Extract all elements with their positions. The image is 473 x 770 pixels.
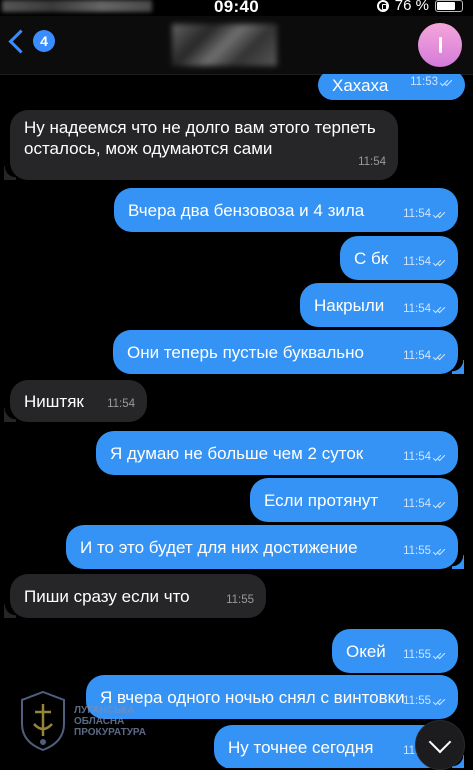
message-meta: 11:54: [107, 394, 135, 415]
outgoing-message[interactable]: С бк 11:54: [340, 236, 458, 280]
message-time: 11:54: [403, 208, 431, 220]
double-check-icon: [434, 353, 446, 361]
watermark: Луганська обласна прокуратура: [18, 690, 146, 752]
outgoing-message[interactable]: Накрыли 11:54: [300, 283, 458, 327]
double-check-icon: [441, 79, 453, 87]
double-check-icon: [434, 698, 446, 706]
avatar-initial: [438, 37, 442, 53]
message-time: 11:54: [107, 398, 135, 410]
message-time: 11:55: [403, 545, 431, 557]
message-text: Хахаха: [332, 75, 389, 95]
message-time: 11:54: [403, 498, 431, 510]
double-check-icon: [434, 652, 446, 660]
message-meta: 11:55: [403, 541, 446, 562]
chevron-left-icon: [8, 28, 33, 54]
unread-count-badge: 4: [33, 30, 55, 52]
message-text: Пиши сразу если что: [24, 586, 190, 606]
chat-header: 4: [0, 16, 473, 75]
contact-name-blurred[interactable]: [172, 24, 277, 66]
outgoing-message[interactable]: Я думаю не больше чем 2 суток 11:54: [96, 431, 458, 475]
double-check-icon: [434, 454, 446, 462]
message-time: 11:54: [403, 451, 431, 463]
rotation-lock-icon: [376, 0, 389, 12]
incoming-message[interactable]: Ну надеемся что не долго вам этого терпе…: [4, 110, 398, 180]
outgoing-message[interactable]: Окей 11:55: [332, 629, 458, 673]
message-time: 11:54: [403, 256, 431, 268]
status-bar: 09:40 76 %: [0, 0, 473, 16]
message-meta: 11:54: [403, 447, 446, 468]
message-meta: 11:54: [358, 152, 386, 173]
message-meta: 11:53: [410, 74, 453, 93]
double-check-icon: [434, 306, 446, 314]
message-time: 11:53: [410, 76, 438, 88]
message-text: Ну надеемся что не долго вам этого терпе…: [24, 118, 376, 158]
double-check-icon: [434, 501, 446, 509]
watermark-line-2: обласна: [74, 715, 125, 727]
watermark-line-3: прокуратура: [74, 726, 146, 738]
battery-percent: 76 %: [394, 0, 429, 14]
message-time: 11:54: [358, 156, 386, 168]
status-right: 76 %: [376, 0, 463, 14]
avatar[interactable]: [418, 23, 462, 67]
message-time: 11:55: [403, 649, 431, 661]
message-text: Ништяк: [24, 391, 84, 411]
double-check-icon: [434, 259, 446, 267]
incoming-message[interactable]: Пиши сразу если что 11:55: [4, 574, 266, 618]
battery-icon: [435, 0, 463, 12]
message-meta: 11:55: [403, 645, 446, 666]
scroll-down-button[interactable]: [415, 720, 465, 770]
chevron-down-icon: [428, 730, 452, 754]
message-meta: 11:55: [226, 590, 254, 611]
message-meta: 11:54: [403, 299, 446, 320]
outgoing-message[interactable]: Хахаха 11:53: [318, 74, 465, 100]
message-text: Ну точнее сегодня: [228, 737, 374, 757]
message-meta: 11:55: [403, 691, 446, 712]
message-meta: 11:54: [403, 204, 446, 225]
message-text: Если протянут: [264, 490, 379, 510]
message-meta: 11:54: [403, 494, 446, 515]
outgoing-message[interactable]: Вчера два бензовоза и 4 зила 11:54: [114, 188, 458, 232]
message-text: С бк: [354, 248, 389, 268]
outgoing-message[interactable]: Они теперь пустые буквально 11:54: [113, 330, 464, 374]
message-meta: 11:54: [403, 346, 446, 367]
outgoing-message[interactable]: И то это будет для них достижение 11:55: [66, 525, 464, 569]
emblem-icon: [21, 690, 65, 752]
outgoing-message[interactable]: Если протянут 11:54: [250, 478, 458, 522]
message-text: Окей: [346, 641, 386, 661]
message-text: Накрыли: [314, 295, 385, 315]
message-text: Вчера два бензовоза и 4 зила: [128, 200, 365, 220]
message-meta: 11:54: [403, 252, 446, 273]
watermark-line-1: Луганська: [74, 704, 135, 716]
message-text: И то это будет для них достижение: [80, 537, 358, 557]
double-check-icon: [434, 548, 446, 556]
message-list[interactable]: Хахаха 11:53 Ну надеемся что не долго вам …: [0, 74, 473, 768]
message-time: 11:54: [403, 350, 431, 362]
back-button[interactable]: 4: [6, 28, 55, 54]
message-text: Я думаю не больше чем 2 суток: [110, 443, 364, 463]
incoming-message[interactable]: Ништяк 11:54: [4, 380, 147, 422]
message-text: Они теперь пустые буквально: [127, 342, 364, 362]
message-time: 11:55: [403, 695, 431, 707]
message-time: 11:54: [403, 303, 431, 315]
double-check-icon: [434, 211, 446, 219]
message-time: 11:55: [226, 594, 254, 606]
